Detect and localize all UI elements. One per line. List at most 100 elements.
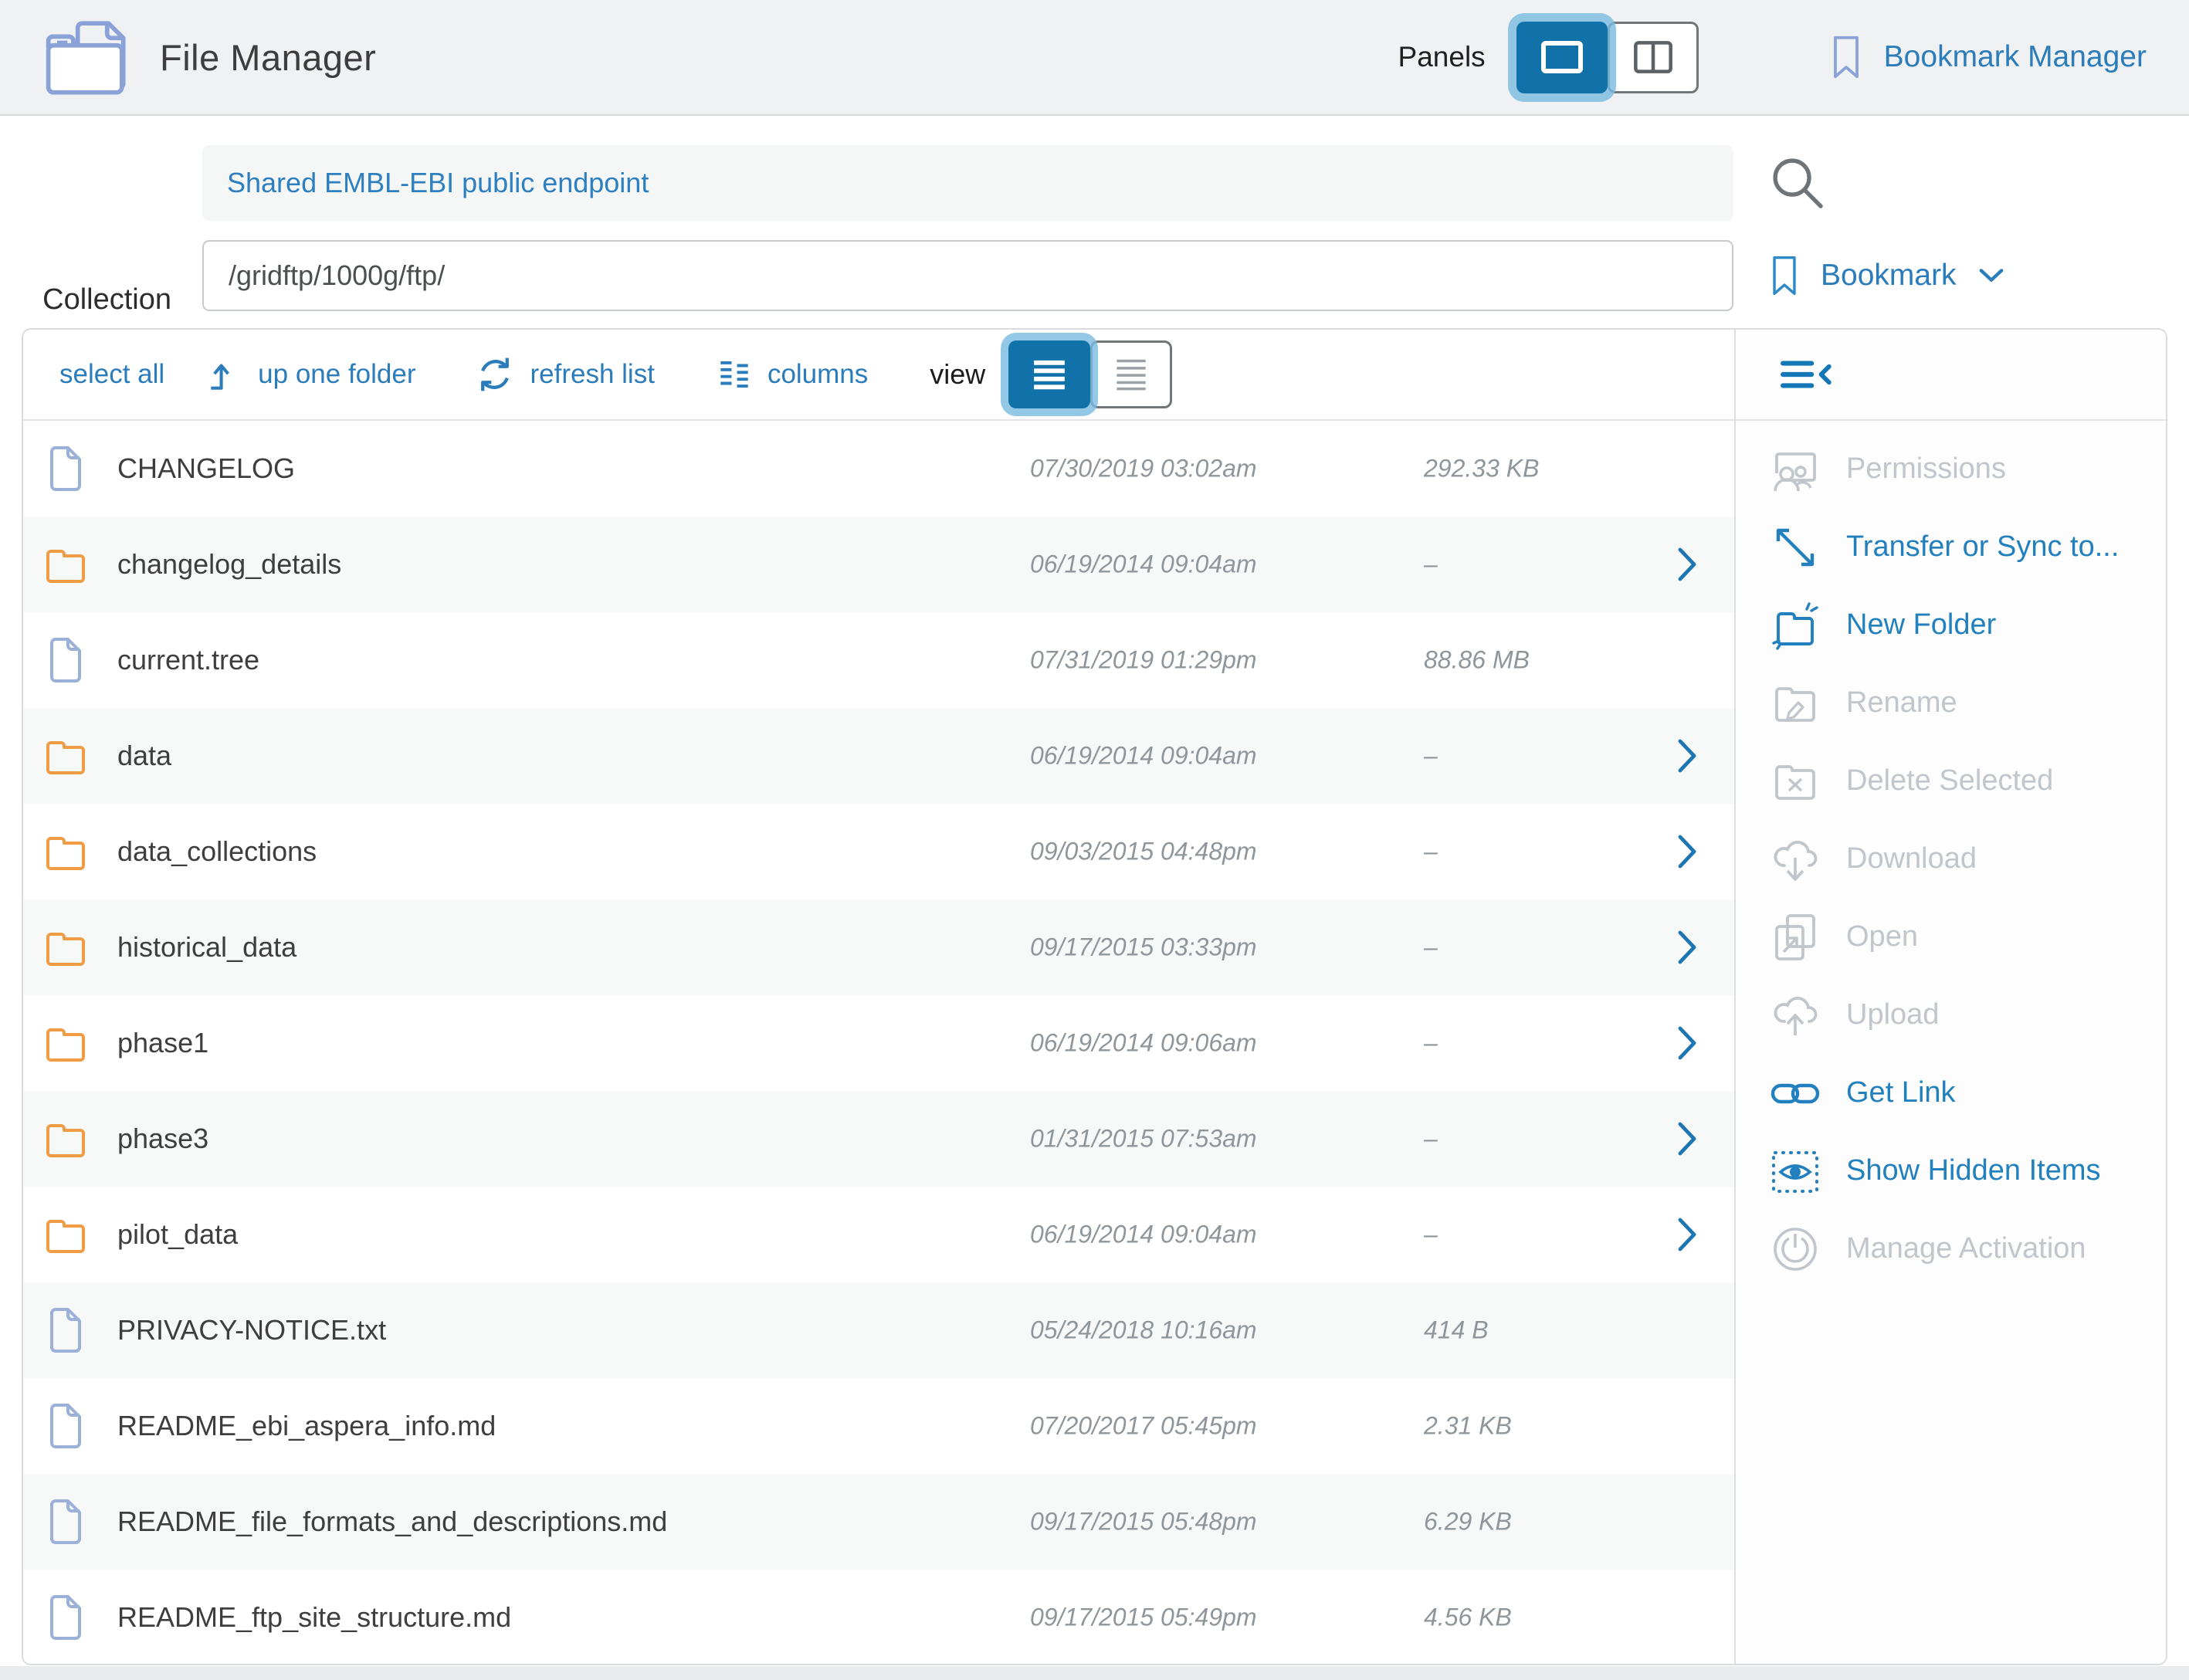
chevron-right-icon[interactable] [1676,1216,1699,1253]
action-download: Download [1736,820,2166,898]
file-icon [44,1498,87,1546]
file-row[interactable]: README_file_formats_and_descriptions.md … [23,1474,1736,1570]
file-row[interactable]: changelog_details 06/19/2014 09:04am – [23,517,1736,612]
file-modified-date: 06/19/2014 09:06am [1030,1029,1257,1058]
file-row[interactable]: phase3 01/31/2015 07:53am – [23,1091,1736,1187]
chevron-right-icon[interactable] [1676,737,1699,774]
file-modified-date: 09/03/2015 04:48pm [1030,838,1257,866]
file-name: phase1 [117,1027,208,1059]
action-get-link[interactable]: Get Link [1736,1054,2166,1132]
file-row[interactable]: historical_data 09/17/2015 03:33pm – [23,899,1736,995]
up-arrow-icon [207,357,242,392]
columns-button[interactable]: columns [717,357,868,392]
collapse-menu-icon [1780,357,1834,392]
path-input[interactable]: /gridftp/1000g/ftp/ [202,240,1733,311]
sidebar-action-label: Open [1846,920,1918,953]
detail-view-button[interactable] [1090,340,1172,408]
collection-label: Collection [17,283,171,317]
view-label: view [930,358,985,391]
file-modified-date: 05/24/2018 10:16am [1030,1316,1257,1345]
file-size: 292.33 KB [1424,455,1539,483]
file-row[interactable]: README_ftp_site_structure.md 09/17/2015 … [23,1570,1736,1665]
chevron-right-icon[interactable] [1676,546,1699,583]
file-icon [44,445,87,493]
file-size: 2.31 KB [1424,1412,1512,1441]
search-icon [1769,154,1826,212]
file-row[interactable]: PRIVACY-NOTICE.txt 05/24/2018 10:16am 41… [23,1282,1736,1378]
file-row[interactable]: phase1 06/19/2014 09:06am – [23,995,1736,1091]
file-size: – [1424,550,1438,579]
file-row[interactable]: current.tree 07/31/2019 01:29pm 88.86 MB [23,612,1736,708]
up-one-folder-button[interactable]: up one folder [207,357,415,392]
sidebar-action-label: Upload [1846,998,1939,1031]
sidebar-action-label: Delete Selected [1846,764,2053,798]
action-show-hidden-items[interactable]: Show Hidden Items [1736,1132,2166,1210]
panels-label: Panels [1398,41,1486,73]
link-icon [1771,1069,1820,1118]
action-transfer-or-sync-to[interactable]: Transfer or Sync to... [1736,508,2166,586]
file-size: 414 B [1424,1316,1489,1345]
refresh-list-button[interactable]: refresh list [475,354,655,395]
file-icon [44,1594,87,1641]
file-size: – [1424,742,1438,771]
file-name: data_collections [117,835,317,868]
chevron-right-icon[interactable] [1676,929,1699,966]
folder-icon [44,1019,87,1067]
file-modified-date: 07/20/2017 05:45pm [1030,1412,1257,1441]
file-size: 88.86 MB [1424,646,1530,675]
file-name: data [117,740,171,772]
chevron-right-icon[interactable] [1676,833,1699,870]
bookmark-manager-link[interactable]: Bookmark Manager [1830,35,2147,80]
list-toolbar: select all up one folder refresh list co… [23,330,1736,421]
collection-input[interactable]: Shared EMBL-EBI public endpoint [202,145,1733,221]
sidebar-header [1736,330,2166,421]
file-name: changelog_details [117,548,341,581]
file-size: – [1424,1125,1438,1153]
search-button[interactable] [1763,148,1832,218]
chevron-right-icon[interactable] [1676,1025,1699,1062]
new-folder-icon [1771,601,1820,650]
app-header: File Manager Panels Bookmark Manager [0,0,2189,116]
path-value: /gridftp/1000g/ftp/ [229,259,445,292]
select-all-button[interactable]: select all [59,359,164,390]
action-new-folder[interactable]: New Folder [1736,586,2166,664]
file-row[interactable]: data 06/19/2014 09:04am – [23,708,1736,804]
file-modified-date: 07/31/2019 01:29pm [1030,646,1257,675]
file-name: current.tree [117,644,259,676]
panels-toggle [1516,22,1699,93]
file-row[interactable]: pilot_data 06/19/2014 09:04am – [23,1187,1736,1282]
refresh-list-label: refresh list [530,359,655,390]
file-name: README_file_formats_and_descriptions.md [117,1506,667,1538]
action-list: Permissions Transfer or Sync to... New F… [1736,421,2166,1288]
bookmark-dropdown[interactable]: Bookmark [1770,240,2004,311]
file-size: – [1424,933,1438,962]
file-row[interactable]: README_ebi_aspera_info.md 07/20/2017 05:… [23,1378,1736,1474]
actions-sidebar: Permissions Transfer or Sync to... New F… [1734,330,2166,1664]
file-modified-date: 09/17/2015 03:33pm [1030,933,1257,962]
file-size: 4.56 KB [1424,1604,1512,1632]
action-rename: Rename [1736,664,2166,742]
file-name: README_ftp_site_structure.md [117,1601,511,1634]
file-name: phase3 [117,1123,208,1155]
file-row[interactable]: data_collections 09/03/2015 04:48pm – [23,804,1736,899]
file-modified-date: 06/19/2014 09:04am [1030,550,1257,579]
file-name: README_ebi_aspera_info.md [117,1410,496,1442]
chevron-right-icon[interactable] [1676,1120,1699,1157]
file-modified-date: 01/31/2015 07:53am [1030,1125,1257,1153]
action-manage-activation: Manage Activation [1736,1210,2166,1288]
file-row[interactable]: CHANGELOG 07/30/2019 03:02am 292.33 KB [23,421,1736,517]
sidebar-action-label: Transfer or Sync to... [1846,530,2119,564]
chevron-down-icon [1978,267,2004,284]
dual-panel-button[interactable] [1608,22,1699,93]
eye-icon [1771,1147,1820,1196]
page-footer-strip [0,1666,2189,1680]
file-modified-date: 09/17/2015 05:49pm [1030,1604,1257,1632]
list-view-icon [1028,354,1071,395]
detail-view-icon [1110,354,1153,395]
sidebar-action-label: Get Link [1846,1076,1956,1109]
bookmark-icon [1770,252,1799,299]
file-icon [44,1402,87,1450]
collapse-sidebar-button[interactable] [1780,356,1835,393]
list-view-button[interactable] [1008,340,1090,408]
single-panel-button[interactable] [1516,22,1608,93]
